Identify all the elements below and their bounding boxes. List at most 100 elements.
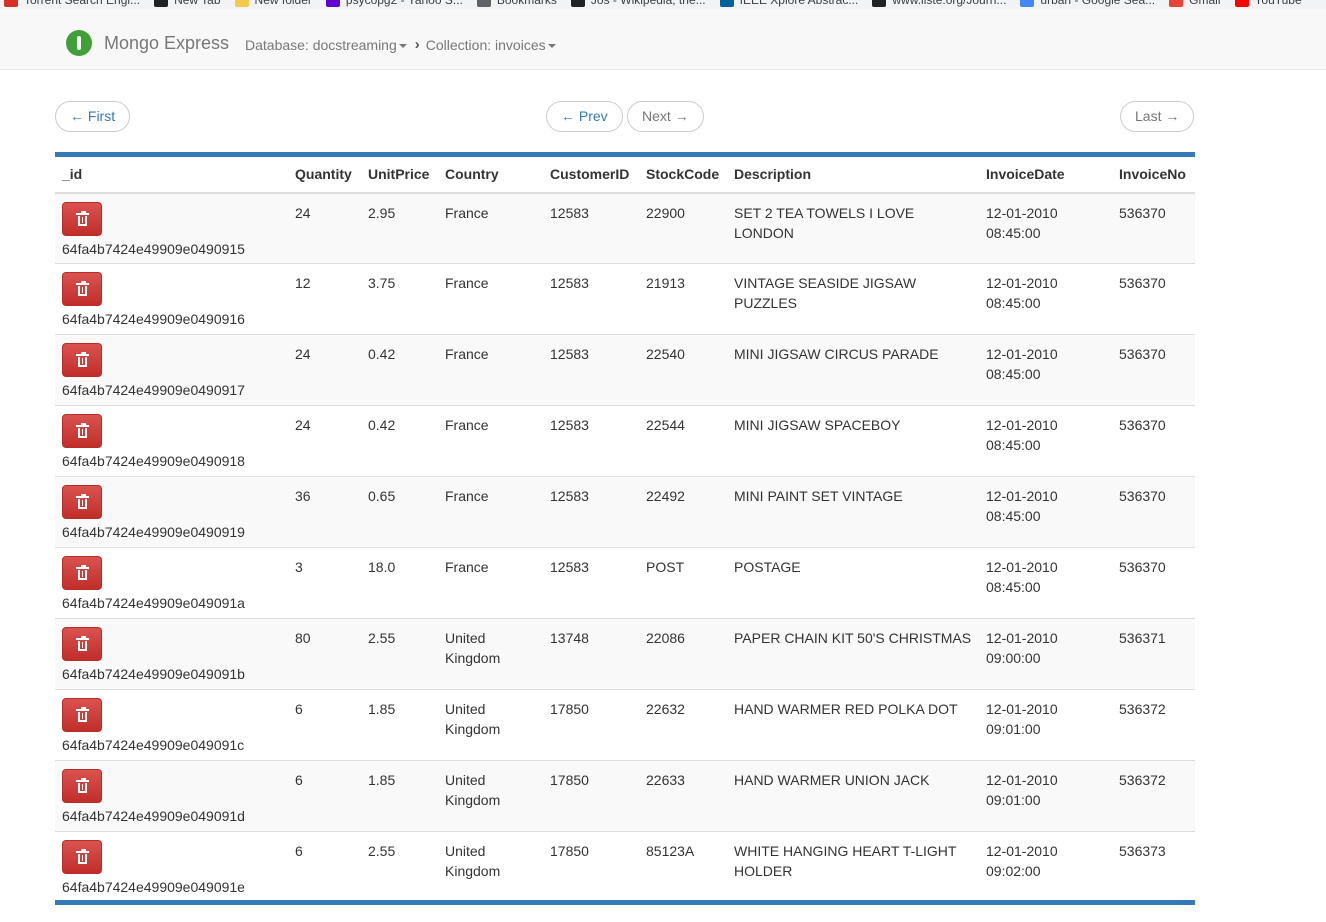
table-row[interactable]: 64fa4b7424e49909e049091b 80 2.55 United Kin… <box>55 618 1195 690</box>
customer-id-cell: 12583 <box>543 192 639 264</box>
delete-document-button[interactable] <box>62 769 102 803</box>
collection-dropdown[interactable]: Collection: invoices <box>426 37 556 53</box>
table-row[interactable]: 64fa4b7424e49909e049091e 6 2.55 United King… <box>55 831 1195 903</box>
invoice-no-cell: 536370 <box>1112 192 1195 264</box>
column-header[interactable]: CustomerID <box>543 154 639 194</box>
document-id-link[interactable]: 64fa4b7424e49909e049091e <box>62 877 281 897</box>
unit-price-cell: 0.65 <box>361 476 438 548</box>
column-header[interactable]: _id <box>55 154 288 194</box>
yahoo-icon <box>325 0 340 7</box>
trash-icon <box>76 494 89 509</box>
document-id-link[interactable]: 64fa4b7424e49909e0490915 <box>62 239 281 259</box>
delete-document-button[interactable] <box>62 343 102 377</box>
bookmarks-icon <box>476 0 491 7</box>
delete-document-button[interactable] <box>62 272 102 306</box>
next-page-button[interactable]: Next → <box>627 101 704 132</box>
bookmark-item[interactable]: Torrent Search Engi... <box>4 0 140 7</box>
bookmark-item[interactable]: Bookmarks <box>476 0 557 7</box>
column-header[interactable]: UnitPrice <box>361 154 438 194</box>
bookmark-label: YouTube <box>1254 0 1302 7</box>
brand[interactable]: Mongo Express <box>66 30 229 56</box>
stock-code-cell: 22544 <box>639 405 727 477</box>
last-page-button[interactable]: Last → <box>1120 101 1195 132</box>
prev-page-button[interactable]: ← Prev <box>546 101 623 132</box>
table-row[interactable]: 64fa4b7424e49909e0490918 24 0.42 France 1258… <box>55 405 1195 477</box>
database-dropdown[interactable]: Database: docstreaming <box>245 37 407 53</box>
table-row[interactable]: 64fa4b7424e49909e049091c 6 1.85 United King… <box>55 689 1195 761</box>
bookmark-item[interactable]: IEEE Xplore Abstrac... <box>719 0 858 7</box>
bookmark-item[interactable]: psycopg2 - Yahoo S... <box>325 0 463 7</box>
bookmark-item[interactable]: urban - Google Sea... <box>1020 0 1155 7</box>
quantity-cell: 80 <box>288 618 361 690</box>
delete-document-button[interactable] <box>62 698 102 732</box>
description-cell: POSTAGE <box>727 547 979 619</box>
id-cell: 64fa4b7424e49909e049091d <box>55 760 288 832</box>
bookmark-label: psycopg2 - Yahoo S... <box>345 0 463 7</box>
invoice-no-cell: 536370 <box>1112 547 1195 619</box>
document-id-link[interactable]: 64fa4b7424e49909e049091c <box>62 735 281 755</box>
document-id-link[interactable]: 64fa4b7424e49909e0490916 <box>62 309 281 329</box>
column-header[interactable]: InvoiceNo <box>1112 154 1195 194</box>
bookmark-item[interactable]: Gmail <box>1169 0 1221 7</box>
invoice-no-cell: 536372 <box>1112 689 1195 761</box>
table-row[interactable]: 64fa4b7424e49909e0490917 24 0.42 France 1258… <box>55 334 1195 406</box>
document-id-link[interactable]: 64fa4b7424e49909e049091a <box>62 593 281 613</box>
column-header[interactable]: Description <box>727 154 979 194</box>
column-header[interactable]: StockCode <box>639 154 727 194</box>
country-cell: France <box>438 263 543 335</box>
stock-code-cell: 22492 <box>639 476 727 548</box>
id-cell: 64fa4b7424e49909e0490918 <box>55 405 288 477</box>
delete-document-button[interactable] <box>62 627 102 661</box>
quantity-cell: 3 <box>288 547 361 619</box>
table-row[interactable]: 64fa4b7424e49909e049091a 3 18.0 France 12583… <box>55 547 1195 619</box>
document-id-link[interactable]: 64fa4b7424e49909e0490919 <box>62 522 281 542</box>
table-row[interactable]: 64fa4b7424e49909e049091d 6 1.85 United King… <box>55 760 1195 832</box>
quantity-cell: 24 <box>288 334 361 406</box>
country-cell: France <box>438 476 543 548</box>
trash-icon <box>76 778 89 793</box>
trash-icon <box>76 281 89 296</box>
bookmark-item[interactable]: YouTube <box>1234 0 1302 7</box>
id-cell: 64fa4b7424e49909e049091c <box>55 689 288 761</box>
bookmark-item[interactable]: www.iiste.org/Journ... <box>872 0 1006 7</box>
stock-code-cell: 22632 <box>639 689 727 761</box>
column-header[interactable]: Country <box>438 154 543 194</box>
quantity-cell: 12 <box>288 263 361 335</box>
invoice-date-cell: 12-01-2010 08:45:00 <box>979 547 1112 619</box>
bookmark-item[interactable]: New folder <box>234 0 312 7</box>
bookmark-item[interactable]: New Tab <box>154 0 221 7</box>
collection-label: Collection: invoices <box>425 36 546 53</box>
invoice-no-cell: 536371 <box>1112 618 1195 690</box>
bookmark-label: New folder <box>254 0 312 7</box>
country-cell: United Kingdom <box>438 689 543 761</box>
column-header[interactable]: InvoiceDate <box>979 154 1112 194</box>
document-id-link[interactable]: 64fa4b7424e49909e0490918 <box>62 451 281 471</box>
delete-document-button[interactable] <box>62 201 102 236</box>
bookmark-item[interactable]: Jos - Wikipedia, the... <box>570 0 706 7</box>
stock-code-cell: 22633 <box>639 760 727 832</box>
delete-document-button[interactable] <box>62 485 102 519</box>
table-row[interactable]: 64fa4b7424e49909e0490915 24 2.95 France 1258… <box>55 192 1195 264</box>
delete-document-button[interactable] <box>62 414 102 448</box>
document-id-link[interactable]: 64fa4b7424e49909e0490917 <box>62 380 281 400</box>
unit-price-cell: 1.85 <box>361 760 438 832</box>
google-icon <box>1020 0 1035 7</box>
quantity-cell: 36 <box>288 476 361 548</box>
table-row[interactable]: 64fa4b7424e49909e0490916 12 3.75 France 1258… <box>55 263 1195 335</box>
trash-icon <box>76 707 89 722</box>
delete-document-button[interactable] <box>62 556 102 590</box>
invoice-no-cell: 536370 <box>1112 334 1195 406</box>
description-cell: HAND WARMER UNION JACK <box>727 760 979 832</box>
column-header[interactable]: Quantity <box>288 154 361 194</box>
documents-table: _id Quantity UnitPrice Country CustomerID Sto… <box>55 152 1195 905</box>
description-cell: MINI JIGSAW CIRCUS PARADE <box>727 334 979 406</box>
customer-id-cell: 13748 <box>543 618 639 690</box>
id-cell: 64fa4b7424e49909e049091b <box>55 618 288 690</box>
delete-document-button[interactable] <box>62 840 102 874</box>
table-row[interactable]: 64fa4b7424e49909e0490919 36 0.65 France 1258… <box>55 476 1195 548</box>
trash-icon <box>76 849 89 864</box>
first-page-button[interactable]: ← First <box>55 101 131 132</box>
document-id-link[interactable]: 64fa4b7424e49909e049091b <box>62 664 281 684</box>
description-cell: SET 2 TEA TOWELS I LOVE LONDON <box>727 192 979 264</box>
document-id-link[interactable]: 64fa4b7424e49909e049091d <box>62 806 281 826</box>
